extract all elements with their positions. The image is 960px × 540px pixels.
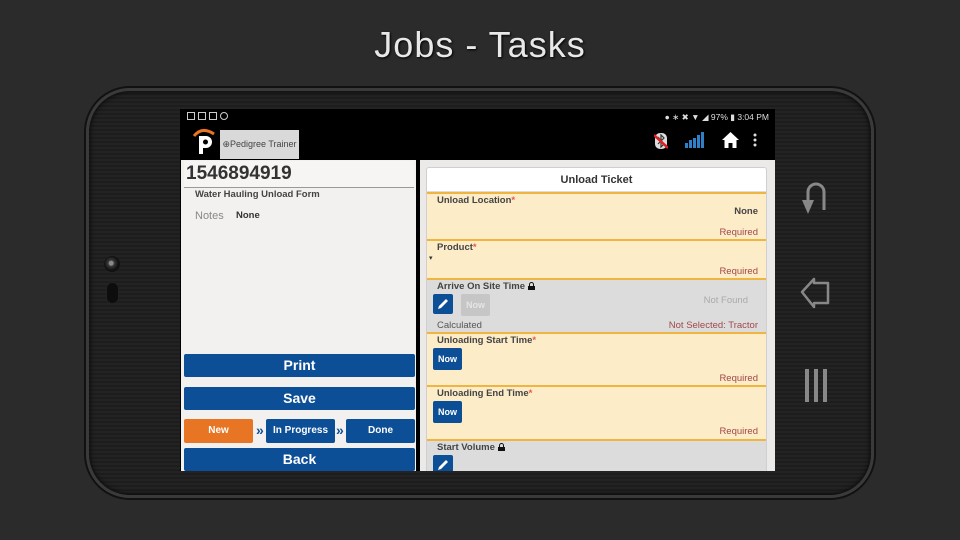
notes-value: None xyxy=(236,210,260,221)
status-step-done[interactable]: Done xyxy=(346,419,415,443)
field-unloading-start-time: Unloading Start Time* Now Required xyxy=(427,332,766,385)
pedigree-trainer-tab[interactable]: ⊕Pedigree Trainer xyxy=(220,130,299,159)
job-summary-panel: 1546894919 Water Hauling Unload Form Not… xyxy=(181,160,416,471)
image-icon xyxy=(198,112,206,120)
card-title: Unload Ticket xyxy=(427,168,766,192)
bluetooth-off-icon[interactable] xyxy=(654,132,668,150)
not-selected-status: Not Selected: Tractor xyxy=(668,320,758,331)
status-step-new[interactable]: New xyxy=(184,419,253,443)
field-unloading-end-time: Unloading End Time* Now Required xyxy=(427,385,766,439)
device-screen: ● ∗ ✖ ▼ ◢ 97% ▮ 3:04 PM ⊕Pedigree Traine… xyxy=(180,109,775,471)
field-label: Arrive On Site Time xyxy=(437,281,525,292)
save-button[interactable]: Save xyxy=(184,387,415,410)
field-arrive-on-site-time: Arrive On Site Time Now Not Found Calcul… xyxy=(427,278,766,332)
home-icon[interactable] xyxy=(722,132,739,148)
required-status: Required xyxy=(719,227,758,238)
field-value: Not Found xyxy=(703,295,748,306)
field-product[interactable]: Product* ▾ Required xyxy=(427,239,766,278)
edit-button[interactable] xyxy=(433,455,453,471)
step-separator-icon: » xyxy=(336,422,344,438)
unload-ticket-panel: Unload Ticket Unload Location* None Requ… xyxy=(420,160,775,471)
step-separator-icon: » xyxy=(256,422,264,438)
required-status: Required xyxy=(719,373,758,384)
signal-bars-icon[interactable] xyxy=(685,132,705,148)
field-label: Product xyxy=(437,242,473,253)
form-name: Water Hauling Unload Form xyxy=(195,189,320,200)
notes-label: Notes xyxy=(195,210,224,222)
status-step-in-progress[interactable]: In Progress xyxy=(266,419,335,443)
field-label: Unloading Start Time xyxy=(437,335,533,346)
status-right: ● ∗ ✖ ▼ ◢ 97% ▮ 3:04 PM xyxy=(665,112,769,123)
battery-icon: ▮ xyxy=(730,112,735,122)
square-icon xyxy=(209,112,217,120)
wifi-icon: ▼ xyxy=(691,112,700,122)
battery-percent: 97% xyxy=(710,112,728,122)
menu-lines-icon[interactable] xyxy=(796,366,836,406)
unload-ticket-card: Unload Ticket Unload Location* None Requ… xyxy=(426,167,767,471)
now-button[interactable]: Now xyxy=(433,348,462,370)
field-value: None xyxy=(734,206,758,217)
pedigree-notification-icon xyxy=(220,112,228,120)
pedigree-logo-icon[interactable] xyxy=(192,128,216,156)
back-button[interactable]: Back xyxy=(184,448,415,471)
location-icon: ● xyxy=(664,112,670,122)
status-bar: ● ∗ ✖ ▼ ◢ 97% ▮ 3:04 PM xyxy=(180,109,775,126)
now-button-disabled: Now xyxy=(461,294,490,316)
proximity-sensor xyxy=(106,282,119,304)
required-status: Required xyxy=(719,266,758,277)
mute-icon: ✖ xyxy=(681,112,689,122)
lock-icon xyxy=(527,282,535,290)
status-left-icons xyxy=(187,112,228,120)
ticket-number: 1546894919 xyxy=(184,161,414,188)
required-star: * xyxy=(532,335,537,346)
notification-icon xyxy=(187,112,195,120)
lock-icon xyxy=(497,443,505,451)
pencil-icon xyxy=(438,460,448,470)
more-vert-icon[interactable] xyxy=(753,132,757,148)
field-label: Unload Location xyxy=(437,195,512,206)
required-star: * xyxy=(511,195,516,206)
required-status: Required xyxy=(719,426,758,437)
required-star: * xyxy=(472,242,477,253)
recent-return-icon[interactable] xyxy=(796,178,836,218)
field-label: Start Volume xyxy=(437,442,495,453)
required-star: * xyxy=(528,388,533,399)
dropdown-caret-icon[interactable]: ▾ xyxy=(429,254,433,262)
bluetooth-icon: ∗ xyxy=(672,112,680,122)
front-camera xyxy=(104,256,120,272)
pencil-icon xyxy=(438,299,448,309)
field-unload-location[interactable]: Unload Location* None Required xyxy=(427,192,766,239)
now-button[interactable]: Now xyxy=(433,401,462,423)
cell-signal-icon: ◢ xyxy=(701,112,709,122)
field-start-volume: Start Volume xyxy=(427,439,766,471)
print-button[interactable]: Print xyxy=(184,354,415,377)
clock: 3:04 PM xyxy=(737,112,769,122)
back-arrow-icon[interactable] xyxy=(796,272,836,312)
edit-button[interactable] xyxy=(433,294,453,314)
slide-title: Jobs - Tasks xyxy=(374,24,586,65)
calculated-label: Calculated xyxy=(437,320,482,331)
field-label: Unloading End Time xyxy=(437,388,529,399)
app-bar: ⊕Pedigree Trainer xyxy=(180,126,775,159)
